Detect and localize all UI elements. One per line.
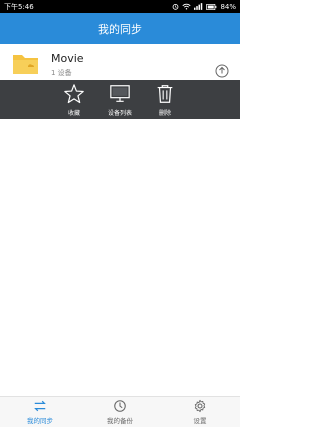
favorite-button[interactable]: 收藏 bbox=[51, 80, 97, 117]
backup-icon bbox=[114, 400, 126, 412]
nav-settings[interactable]: 设置 bbox=[160, 397, 240, 427]
sync-icon bbox=[34, 400, 46, 412]
nav-my-sync[interactable]: 我的同步 bbox=[0, 397, 80, 427]
page-title: 我的同步 bbox=[98, 22, 142, 36]
bottom-nav: 我的同步 我的备份 设置 bbox=[0, 396, 240, 427]
nav-settings-label: 设置 bbox=[193, 417, 207, 425]
action-bar: 收藏 设备列表 删除 bbox=[0, 80, 240, 119]
screen: 下午5:46 84% 我的同步 Movie 1 设备 收藏 设备列表 删除 我的… bbox=[0, 0, 240, 427]
list-item[interactable]: Movie 1 设备 bbox=[0, 44, 240, 84]
signal-icon bbox=[194, 3, 203, 10]
status-bar: 下午5:46 84% bbox=[0, 0, 240, 13]
delete-button[interactable]: 删除 bbox=[142, 80, 188, 117]
wifi-icon bbox=[182, 3, 192, 10]
gear-icon bbox=[194, 399, 206, 413]
delete-label: 删除 bbox=[158, 110, 171, 117]
folder-icon bbox=[12, 51, 39, 75]
monitor-icon bbox=[110, 85, 130, 102]
nav-my-backup[interactable]: 我的备份 bbox=[80, 397, 160, 427]
title-bar: 我的同步 bbox=[0, 13, 240, 44]
device-list-label: 设备列表 bbox=[107, 110, 132, 117]
status-icons: 84% bbox=[172, 3, 236, 11]
alarm-icon bbox=[172, 3, 179, 10]
favorite-label: 收藏 bbox=[67, 110, 80, 117]
star-icon bbox=[64, 84, 84, 104]
item-subtitle: 1 设备 bbox=[51, 69, 72, 77]
battery-icon bbox=[206, 3, 217, 10]
device-list-button[interactable]: 设备列表 bbox=[97, 80, 143, 117]
nav-my-backup-label: 我的备份 bbox=[107, 417, 133, 425]
status-time: 下午5:46 bbox=[4, 2, 34, 11]
nav-my-sync-label: 我的同步 bbox=[27, 417, 53, 425]
trash-icon bbox=[157, 85, 173, 103]
upload-icon[interactable] bbox=[215, 63, 229, 78]
battery-level: 84% bbox=[220, 2, 236, 11]
item-name: Movie bbox=[51, 52, 84, 65]
